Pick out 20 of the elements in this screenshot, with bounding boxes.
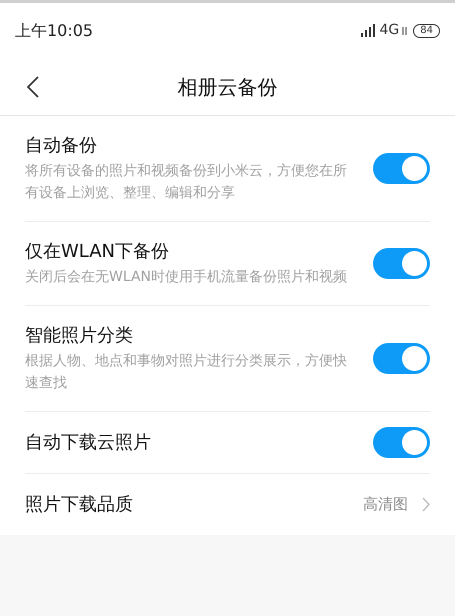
- toggle-switch[interactable]: [373, 248, 430, 279]
- signal-icon: [360, 24, 376, 37]
- setting-description: 将所有设备的照片和视频备份到小米云，方便您在所有设备上浏览、整理、编辑和分享: [25, 162, 348, 203]
- toggle-switch[interactable]: [373, 343, 430, 374]
- setting-row[interactable]: 照片下载品质 高清图: [25, 474, 430, 535]
- toggle-switch[interactable]: [373, 427, 430, 458]
- network-label: 4G: [380, 21, 400, 40]
- setting-description: 关闭后会在无WLAN时使用手机流量备份照片和视频: [25, 268, 348, 287]
- setting-title: 智能照片分类: [25, 324, 134, 348]
- setting-title: 自动备份: [25, 134, 98, 158]
- setting-title: 自动下载云照片: [25, 430, 152, 454]
- status-time: 上午10:05: [15, 20, 94, 42]
- setting-title: 照片下载品质: [25, 493, 134, 517]
- battery-indicator: 84: [413, 24, 440, 38]
- setting-title: 仅在WLAN下备份: [25, 240, 170, 264]
- page-title: 相册云备份: [178, 74, 278, 100]
- chevron-right-icon: [422, 497, 430, 512]
- setting-description: 根据人物、地点和事物对照片进行分类展示，方便快速查找: [25, 352, 348, 393]
- setting-value: 高清图: [363, 494, 408, 516]
- toggle-switch[interactable]: [373, 153, 430, 184]
